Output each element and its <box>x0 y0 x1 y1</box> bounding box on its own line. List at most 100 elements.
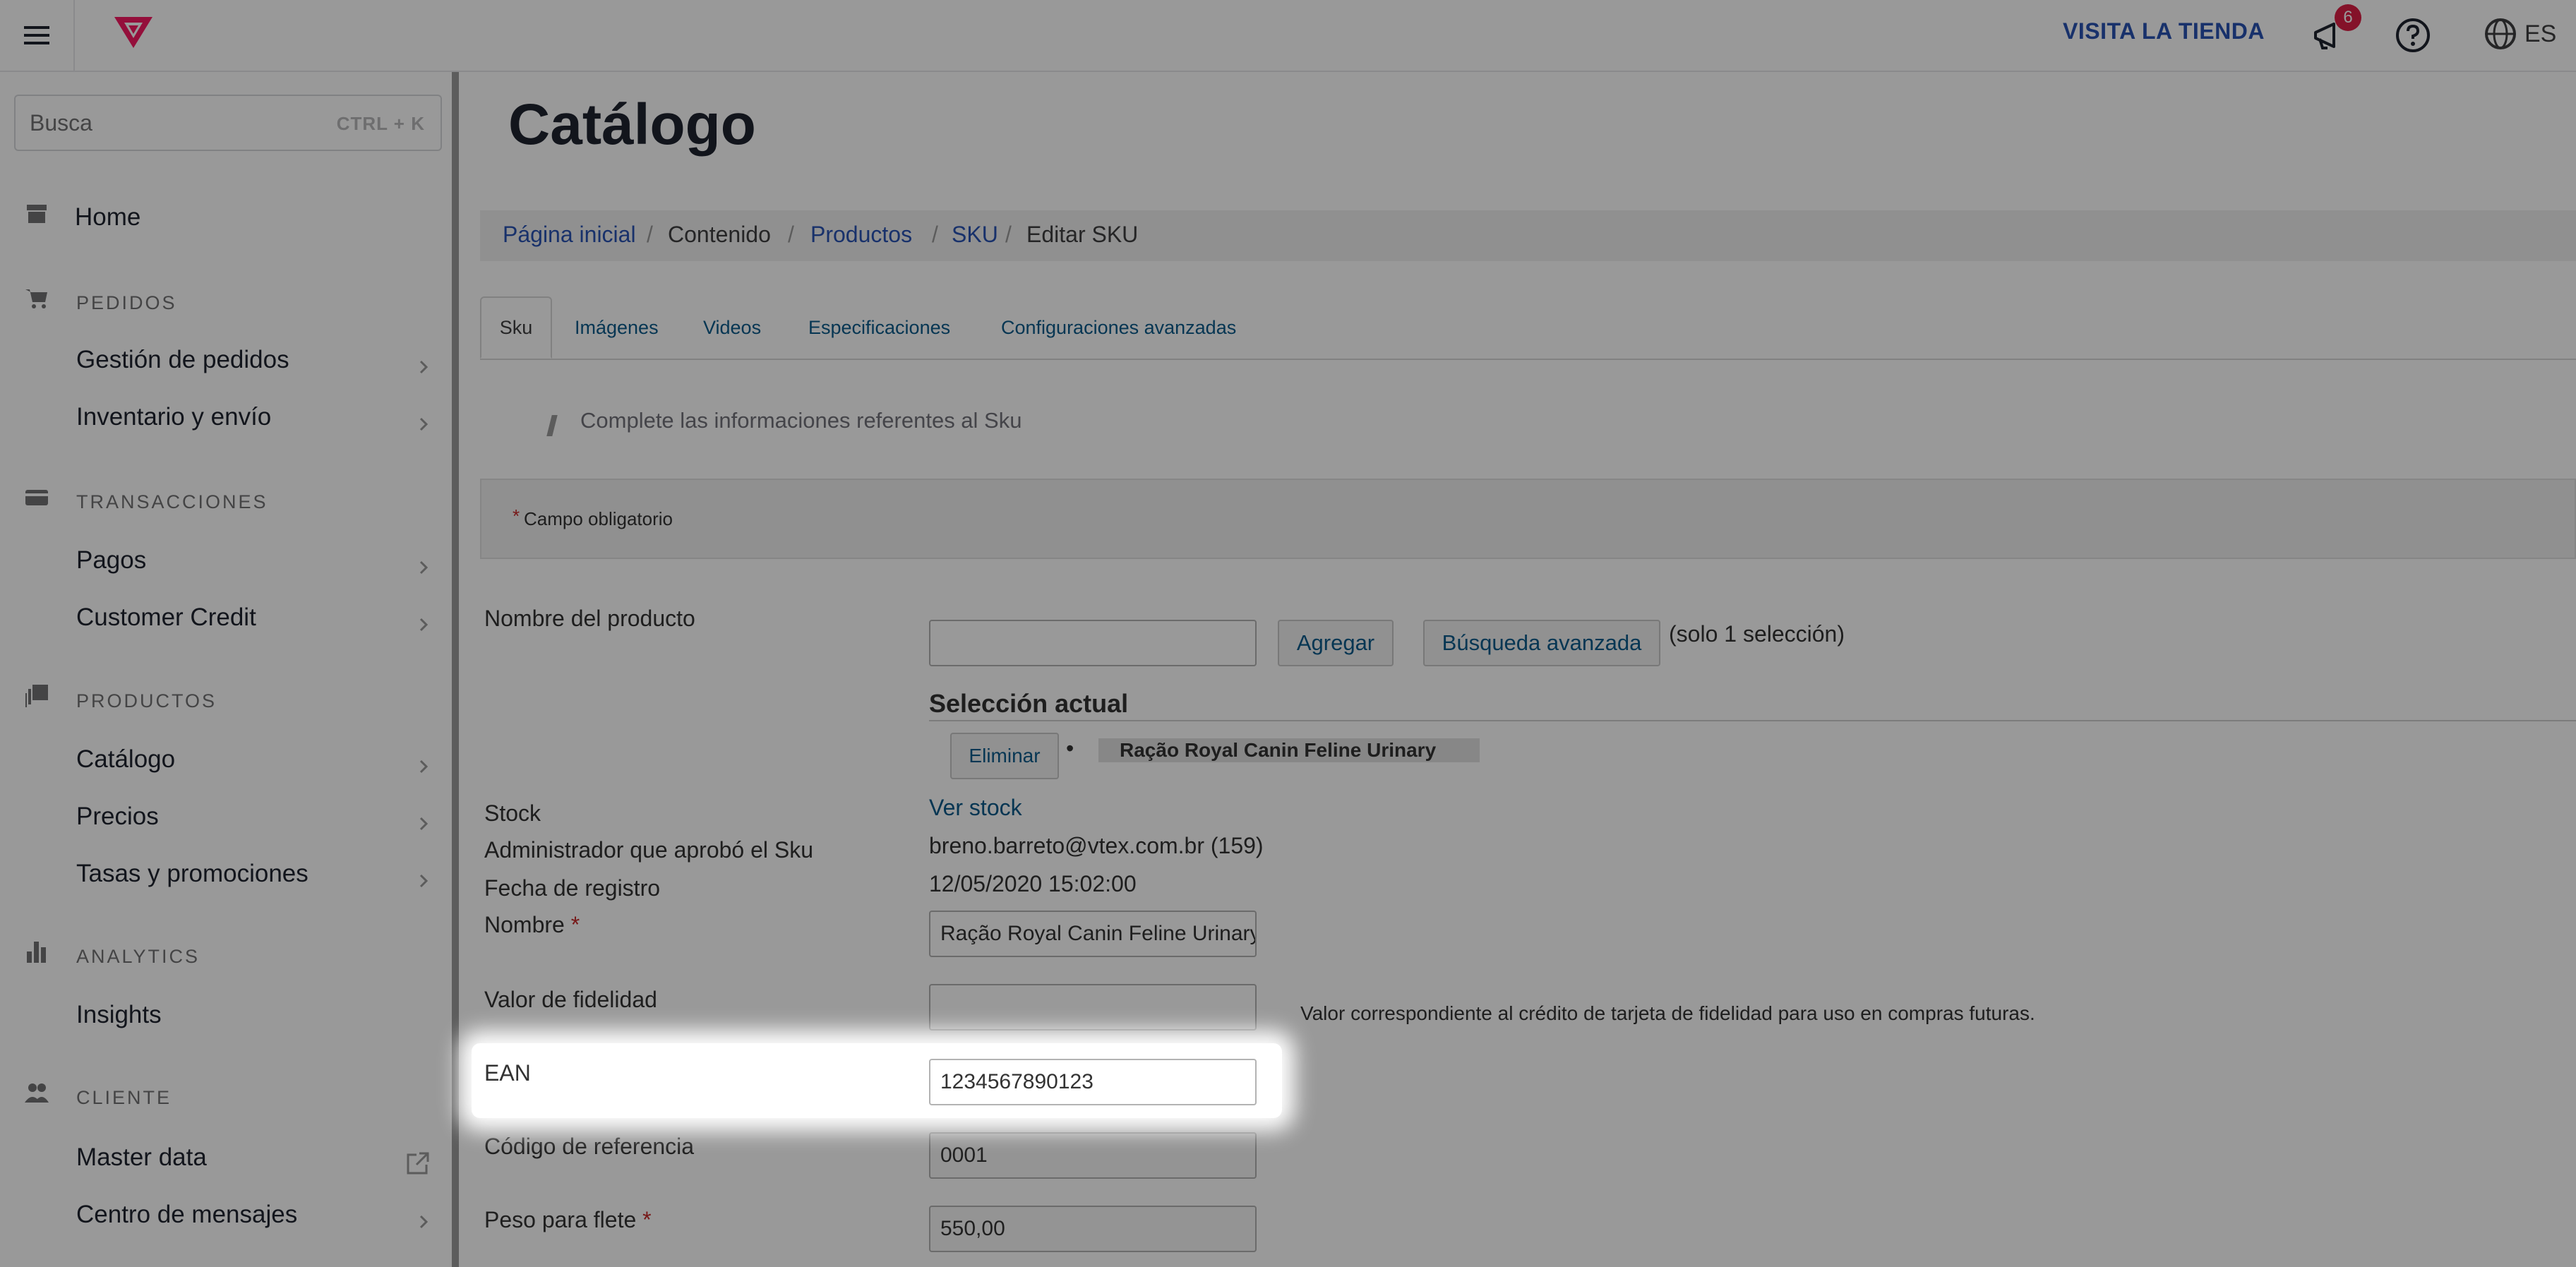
search-placeholder: Busca <box>30 110 92 136</box>
shipping-weight-input[interactable]: 550,00 <box>929 1206 1257 1252</box>
globe-icon <box>2485 18 2516 49</box>
current-selection-title: Selección actual <box>929 689 1129 718</box>
sidebar-item-label: Gestión de pedidos <box>76 346 289 373</box>
breadcrumb-separator: / <box>932 222 938 247</box>
sidebar-item-label: Precios <box>76 803 159 830</box>
sidebar-section-analytics: ANALYTICS <box>76 946 200 967</box>
sidebar-item-catalog[interactable]: Catálogo <box>76 745 429 788</box>
tab-sku[interactable]: Sku <box>480 296 552 359</box>
tab-bar: Sku Imágenes Videos Especificaciones Con… <box>480 296 2576 360</box>
name-input[interactable]: Ração Royal Canin Feline Urinary <box>929 911 1257 957</box>
chevron-right-icon <box>419 618 429 632</box>
help-icon[interactable] <box>2393 16 2433 55</box>
chevron-right-icon <box>419 759 429 774</box>
tab-videos[interactable]: Videos <box>703 296 761 359</box>
sidebar-item-label: Inventario y envío <box>76 403 272 431</box>
breadcrumb-content: Contenido <box>668 222 771 247</box>
required-star: * <box>513 505 520 527</box>
selection-divider <box>929 720 2576 721</box>
approver-label: Administrador que aprobó el Sku <box>484 837 814 863</box>
sidebar-item-label: Insights <box>76 1001 162 1028</box>
sidebar-item-label: Master data <box>76 1143 207 1171</box>
product-name-input[interactable] <box>929 620 1257 666</box>
products-icon <box>25 685 48 707</box>
fidelity-input[interactable] <box>929 984 1257 1031</box>
credit-card-icon <box>25 490 48 505</box>
store-icon <box>27 205 47 223</box>
locale-label: ES <box>2524 20 2557 47</box>
selected-product-chip: Ração Royal Canin Feline Urinary <box>1098 738 1480 762</box>
advanced-search-button[interactable]: Búsqueda avanzada <box>1423 620 1660 666</box>
sidebar: Busca CTRL + K Home PEDIDOS Gestión de p… <box>0 72 459 1267</box>
add-button[interactable]: Agregar <box>1278 620 1394 666</box>
sidebar-item-label: Catálogo <box>76 745 176 773</box>
sidebar-item-inventory-shipping[interactable]: Inventario y envío <box>76 403 429 445</box>
chevron-right-icon <box>419 1215 429 1229</box>
sidebar-item-customer-credit[interactable]: Customer Credit <box>76 604 429 646</box>
sidebar-item-orders-management[interactable]: Gestión de pedidos <box>76 346 429 388</box>
registration-date-label: Fecha de registro <box>484 875 661 901</box>
sidebar-item-label: Pagos <box>76 546 147 574</box>
fidelity-help-text: Valor correspondiente al crédito de tarj… <box>1300 1002 2035 1024</box>
view-stock-link[interactable]: Ver stock <box>929 795 1022 821</box>
external-link-icon <box>407 1152 429 1175</box>
required-star: * <box>570 912 580 937</box>
sidebar-item-message-center[interactable]: Centro de mensajes <box>76 1201 429 1243</box>
name-label: Nombre * <box>484 912 580 938</box>
fidelity-label: Valor de fidelidad <box>484 987 657 1012</box>
breadcrumb: Página inicial / Contenido / Productos /… <box>480 210 2576 261</box>
sidebar-section-transactions: TRANSACCIONES <box>76 491 268 512</box>
sidebar-item-payments[interactable]: Pagos <box>76 546 429 589</box>
approver-value: breno.barreto@vtex.com.br (159) <box>929 833 1264 858</box>
sidebar-section-orders: PEDIDOS <box>76 292 177 313</box>
visit-store-link[interactable]: VISITA LA TIENDA <box>2063 18 2265 44</box>
tab-advanced-settings[interactable]: Configuraciones avanzadas <box>1001 296 1236 359</box>
reference-code-label: Código de referencia <box>484 1134 695 1159</box>
tab-images[interactable]: Imágenes <box>575 296 659 359</box>
search-shortcut: CTRL + K <box>336 113 425 134</box>
users-icon <box>25 1083 49 1103</box>
sidebar-item-master-data[interactable]: Master data <box>76 1143 429 1186</box>
reference-code-input[interactable]: 0001 <box>929 1132 1257 1179</box>
sidebar-item-label: Customer Credit <box>76 604 256 631</box>
tab-specifications[interactable]: Especificaciones <box>808 296 950 359</box>
language-selector[interactable]: ES <box>2482 16 2556 52</box>
chevron-right-icon <box>419 817 429 831</box>
breadcrumb-products[interactable]: Productos <box>810 222 912 248</box>
sidebar-item-label: Centro de mensajes <box>76 1201 298 1228</box>
breadcrumb-sku[interactable]: SKU <box>952 222 998 248</box>
search-input[interactable]: Busca CTRL + K <box>14 95 442 151</box>
sidebar-item-taxes-promotions[interactable]: Tasas y promociones <box>76 860 429 902</box>
required-star: * <box>642 1207 652 1232</box>
chevron-right-icon <box>419 874 429 888</box>
breadcrumb-edit-sku: Editar SKU <box>1026 222 1139 247</box>
registration-date-value: 12/05/2020 15:02:00 <box>929 871 1137 896</box>
vtex-logo-icon[interactable] <box>112 14 155 49</box>
ean-input[interactable]: 1234567890123 <box>929 1059 1257 1105</box>
remove-button[interactable]: Eliminar <box>950 733 1059 779</box>
shipping-weight-label: Peso para flete * <box>484 1207 652 1233</box>
menu-button[interactable] <box>0 0 75 71</box>
sidebar-item-prices[interactable]: Precios <box>76 803 429 845</box>
form-hint: Complete las informaciones referentes al… <box>580 408 1022 433</box>
product-name-label: Nombre del producto <box>484 606 695 631</box>
top-bar: VISITA LA TIENDA 6 ES <box>0 0 2576 72</box>
breadcrumb-separator: / <box>647 222 653 247</box>
bullet: • <box>1066 735 1074 761</box>
hamburger-icon <box>24 26 49 44</box>
sidebar-item-label: Tasas y promociones <box>76 860 308 887</box>
breadcrumb-separator: / <box>1005 222 1012 247</box>
selection-note: (solo 1 selección) <box>1669 621 1845 647</box>
notification-badge: 6 <box>2335 4 2361 31</box>
sidebar-item-home[interactable]: Home <box>75 203 140 232</box>
bar-chart-icon <box>27 942 46 963</box>
ean-label: EAN <box>484 1060 531 1086</box>
sidebar-item-insights[interactable]: Insights <box>76 1001 429 1043</box>
shipping-weight-label-text: Peso para flete <box>484 1207 637 1232</box>
stock-label: Stock <box>484 800 541 826</box>
chevron-right-icon <box>419 560 429 575</box>
breadcrumb-home[interactable]: Página inicial <box>503 222 636 248</box>
chevron-right-icon <box>419 360 429 374</box>
sidebar-section-customer: CLIENTE <box>76 1087 172 1108</box>
page-title: Catálogo <box>508 92 756 157</box>
